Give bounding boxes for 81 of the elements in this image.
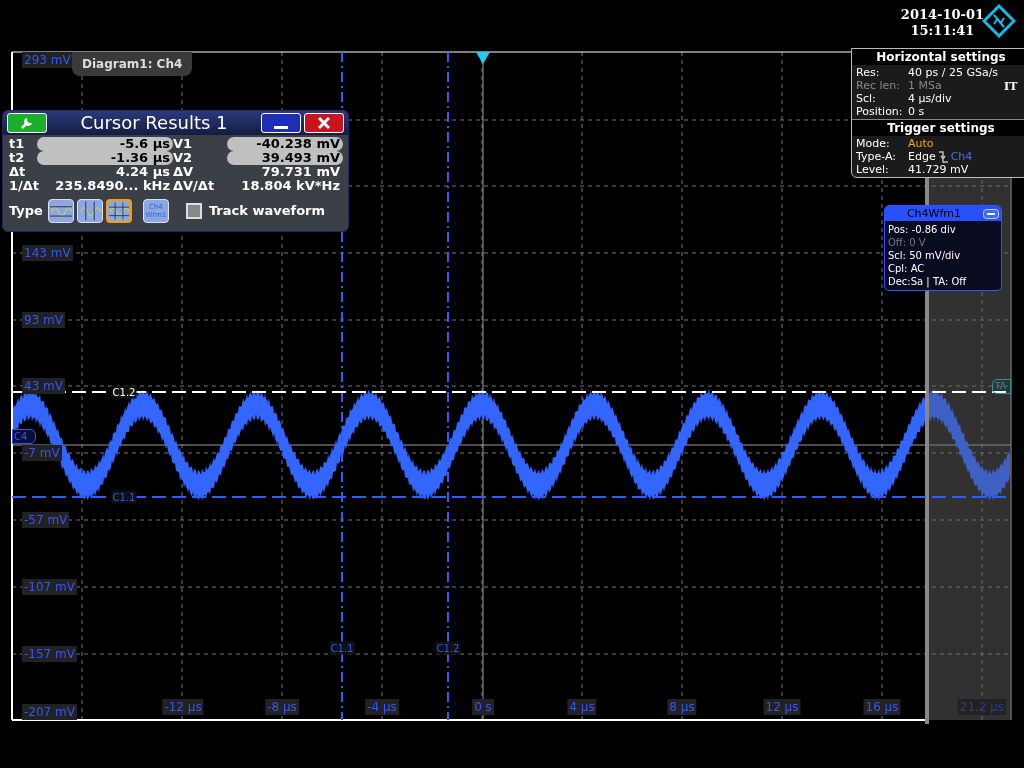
panel-title: Ch4Wfm1 [905,206,963,221]
info-row-text: Cpl: AC [888,262,926,275]
cursor-type-button[interactable] [105,199,132,223]
minimize-button[interactable] [261,113,301,133]
diagram-tab[interactable]: Diagram1: Ch4 [72,52,193,76]
result-label: V1 [173,137,194,151]
panel-title: Horizontal settings [852,49,1024,65]
result-field: -1.36 µs [37,151,173,165]
y-axis-label: -207 mV [22,704,77,720]
cursor-label: C1.1 [111,490,137,504]
settings-button[interactable] [7,113,47,133]
setting-label: Type-A: [856,150,898,163]
vertical-cursor-line[interactable] [447,51,449,721]
vertical-cursor-icon [78,201,101,221]
result-label: Δt [9,165,27,179]
result-value: 4.24 µs [115,165,171,179]
setting-value: Edge [908,150,936,163]
result-label: ΔV [173,165,195,179]
info-row-text: Scl: 50 mV/div [888,249,962,262]
setting-row-text: Mode: Auto [856,137,935,150]
y-axis-label: -7 mV [22,445,62,461]
setting-row-text: Level: 41.729 mV [856,163,970,176]
result-label: ΔV/Δt [173,179,216,193]
result-value: 18.804 kV*Hz [240,179,341,193]
trigger-level-marker[interactable]: TA [992,379,1011,394]
info-row-text: Off: 0 V [888,236,927,249]
setting-row-text: Res: 40 ps / 25 GSa/s [856,66,1000,79]
x-axis-label: -8 µs [265,699,299,715]
result-field: -5.6 µs [37,137,173,151]
y-axis-label: -107 mV [22,579,77,595]
x-axis-label: 4 µs [567,699,597,715]
result-label: t2 [9,151,26,165]
setting-row-text: Scl: 4 µs/div [856,92,953,105]
crosshair-cursor-icon [108,201,129,221]
logo-icon [982,4,1016,38]
info-row-text: Dec:Sa | TA: Off [888,275,968,288]
y-axis-label: 293 mV [22,52,73,68]
cursor-type-button[interactable] [47,199,74,223]
checkbox-label: Track waveform [208,202,326,221]
panel-title: Trigger settings [852,119,1024,136]
x-axis-label: 0 s [472,699,494,715]
type-label: Type [9,202,43,221]
trigger-position-icon[interactable] [476,52,490,64]
setting-row-text: Rec len: 1 MSa [856,79,943,92]
cursor-type-button[interactable] [76,199,103,223]
minimize-icon[interactable] [983,208,999,219]
cursor-label: C1.2 [111,385,137,399]
y-axis-label: -157 mV [22,646,77,662]
result-field: 39.493 mV [227,151,343,165]
y-axis-label: 143 mV [22,245,73,261]
side-label: IT [1004,80,1018,93]
wrench-icon [20,116,34,130]
result-label: 1/Δt [9,179,37,193]
x-axis-label: 12 µs [763,699,801,715]
y-axis-label: 43 mV [22,378,65,394]
track-waveform-checkbox[interactable] [185,203,202,219]
info-row-text: Pos: -0.86 div [888,223,957,236]
close-icon [318,117,330,129]
date-text: 2014-10-01 [900,7,984,23]
result-label: V2 [173,151,194,165]
channel-marker[interactable]: C4 [12,429,36,444]
x-axis-label: -4 µs [365,699,399,715]
x-axis-label: 16 µs [863,699,901,715]
setting-row-text: Position: 0 s [856,105,926,118]
minimize-icon [274,126,288,129]
panel-title: Cursor Results 1 [80,112,228,134]
y-axis-label: -57 mV [22,512,70,528]
x-axis-label: -12 µs [162,699,204,715]
close-button[interactable] [304,113,344,133]
x-axis-label: 21.2 µs [957,699,1007,715]
cursor-label: C1.2 [435,641,461,655]
y-axis-label: 93 mV [22,312,65,328]
x-axis-label: 8 µs [667,699,697,715]
result-value: 235.8490... kHz [54,179,171,193]
falling-edge-icon [938,150,948,163]
result-field: -40.238 mV [227,137,343,151]
result-value: 79.731 mV [260,165,341,179]
cursor-label: C1.1 [329,641,355,655]
result-label: t1 [9,137,26,151]
source-value: Ch4 [950,150,973,163]
time-text: 15:11:41 [910,23,975,39]
